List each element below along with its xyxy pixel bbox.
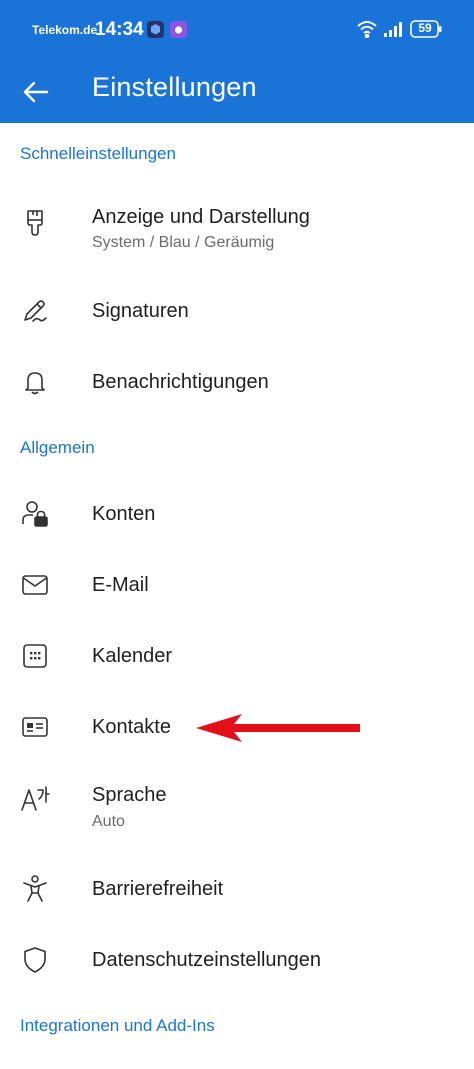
settings-item-label: Konten [92,503,156,525]
brush-icon [20,208,50,238]
red-arrow-icon [196,714,362,742]
settings-item-sublabel: System / Blau / Geräumig [92,234,275,251]
battery-level: 59 [418,21,432,35]
wifi-icon [356,20,378,38]
settings-item-calendar[interactable]: Kalender [0,626,474,686]
settings-item-label: Kalender [92,645,173,667]
shop-app-icon [170,21,187,38]
app-bar: Telekom.de 14:34 59 Einstellungen [0,0,474,123]
person-lock-icon [20,499,50,529]
settings-item-display[interactable]: Anzeige und Darstellung System / Blau / … [0,200,474,270]
settings-item-email[interactable]: E-Mail [0,555,474,615]
settings-item-privacy[interactable]: Datenschutzeinstellungen [0,930,474,990]
contact-card-icon [20,712,50,742]
settings-item-label: E-Mail [92,574,149,596]
calendar-icon [20,641,50,671]
settings-item-accounts[interactable]: Konten [0,484,474,544]
settings-item-sublabel: Auto [92,813,125,830]
settings-item-signatures[interactable]: Signaturen [0,281,474,341]
cube-app-icon [147,21,164,38]
settings-item-label: Sprache [92,784,167,806]
settings-item-label: Benachrichtigungen [92,371,269,393]
status-clock: 14:34 [95,19,144,40]
section-quick-settings: Schnelleinstellungen [20,144,176,163]
settings-item-label: Anzeige und Darstellung [92,206,310,228]
envelope-icon [20,570,50,600]
back-button[interactable] [20,76,52,108]
page-title: Einstellungen [92,72,257,102]
settings-item-notifications[interactable]: Benachrichtigungen [0,352,474,412]
settings-item-label: Datenschutzeinstellungen [92,949,322,971]
settings-item-label: Kontakte [92,716,171,738]
signal-icon [383,20,405,38]
carrier-label: Telekom.de [32,23,98,37]
settings-item-label: Signaturen [92,300,189,322]
accessibility-icon [20,874,50,904]
bell-icon [20,367,50,397]
shield-icon [20,945,50,975]
settings-item-accessibility[interactable]: Barrierefreiheit [0,859,474,919]
section-integrations: Integrationen und Add-Ins [20,1016,215,1035]
header: Einstellungen [0,60,474,123]
language-icon [20,784,50,814]
status-bar: Telekom.de 14:34 59 [0,0,474,60]
signature-pen-icon [20,296,50,326]
settings-item-label: Barrierefreiheit [92,878,224,900]
section-general: Allgemein [20,438,95,457]
settings-item-language[interactable]: Sprache Auto [0,778,474,848]
